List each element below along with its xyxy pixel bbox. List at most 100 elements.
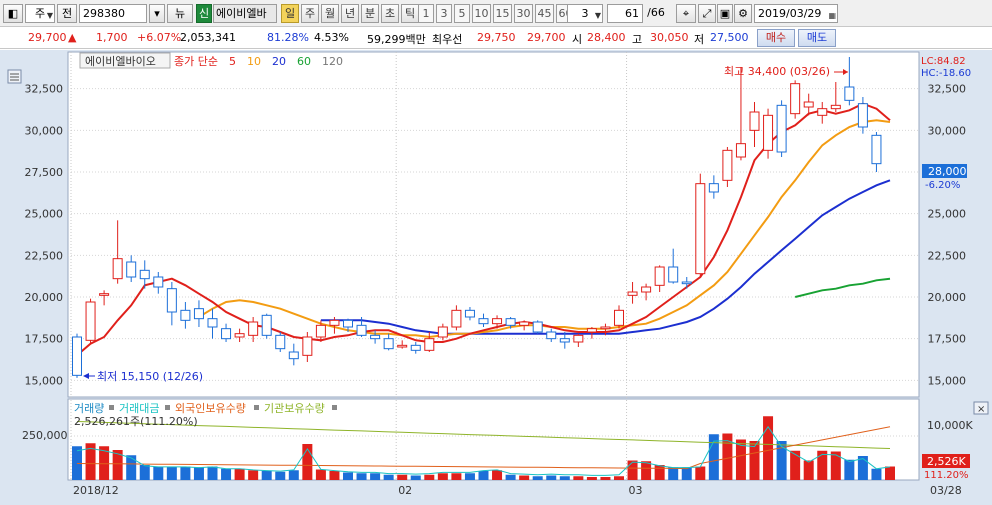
lc-label: LC:84.82 (921, 56, 966, 67)
price-tick-right: 20,000 (928, 291, 967, 304)
candle-body (261, 314, 272, 336)
save-icon[interactable]: ▣ (717, 4, 733, 23)
period-tab-6[interactable]: 틱 (401, 4, 419, 23)
period-tab-4[interactable]: 분 (361, 4, 379, 23)
volume: 2,053,341 (180, 31, 236, 44)
candle-body (573, 334, 584, 343)
news-button[interactable]: 뉴 (167, 4, 193, 23)
crosshair-icon[interactable]: ⌖ (676, 4, 696, 23)
period-tab-0[interactable]: 일 (281, 4, 299, 23)
layout-icon[interactable]: ◧ (3, 4, 23, 23)
interval-button-5[interactable]: 30 (514, 4, 533, 23)
volume-bar (288, 470, 299, 480)
candle-body (546, 331, 557, 340)
volume-bar (844, 459, 855, 480)
volume-legend-dot (109, 405, 114, 410)
market-select[interactable]: 주 ▼ (25, 4, 55, 23)
volume-bar (803, 460, 814, 480)
volume-bar (695, 466, 706, 480)
volume-bar (763, 416, 774, 480)
chart-area[interactable]: 15,000 17,500 20,000 22,500 25,000 27,500 30,0… (0, 50, 992, 505)
candle-body (126, 261, 137, 278)
candle-body (288, 351, 299, 360)
date-input[interactable]: 2019/03/29 ▦ (754, 4, 838, 23)
date-label: 2018/12 (73, 484, 119, 497)
buy-button[interactable]: 매수 (757, 29, 795, 47)
draw-icon[interactable]: ⤢ (698, 4, 716, 23)
period-tab-3[interactable]: 년 (341, 4, 359, 23)
volume-bar (830, 451, 841, 480)
candle-body (234, 333, 245, 338)
interval-button-0[interactable]: 1 (418, 4, 434, 23)
credit-button[interactable]: 신 (196, 4, 212, 23)
candle-body (857, 103, 868, 128)
volume-bar (126, 455, 137, 480)
volume-bar (424, 474, 435, 480)
candle-body (370, 334, 381, 340)
volume-bar (248, 470, 259, 480)
candle-body (112, 258, 123, 280)
candle-body (248, 321, 259, 336)
volume-legend-dot (165, 405, 170, 410)
volume-bar (261, 471, 272, 480)
interval-button-2[interactable]: 5 (454, 4, 470, 23)
up-arrow-icon: ▲ (68, 31, 77, 44)
period-tab-5[interactable]: 초 (381, 4, 399, 23)
candle-body (830, 104, 841, 110)
price-tick-left: 30,000 (25, 124, 64, 137)
sell-button[interactable]: 매도 (798, 29, 836, 47)
candle-body (654, 266, 665, 286)
volume-bar (559, 476, 570, 480)
candle-body (397, 344, 408, 348)
date-label: 03/28 (930, 484, 962, 497)
period-tab-2[interactable]: 월 (321, 4, 339, 23)
volume-bar (885, 466, 895, 480)
stock-code-input[interactable]: 298380 (79, 4, 147, 23)
page-input[interactable]: 61 (607, 4, 643, 23)
price-tick-right: 22,500 (928, 249, 967, 262)
period-tab-1[interactable]: 주 (301, 4, 319, 23)
volume-marker-pct: 111.20% (924, 470, 969, 481)
volume-bar (464, 473, 475, 480)
candle-body (437, 326, 448, 338)
stock-chart[interactable]: 15,000 17,500 20,000 22,500 25,000 27,500 30,0… (0, 50, 992, 505)
best-bid: 29,700 (527, 31, 566, 44)
change-percent: +6.07% (137, 31, 182, 44)
price-tick-left: 22,500 (25, 249, 64, 262)
volume-bar (139, 465, 150, 480)
volume-bar (397, 474, 408, 480)
volume-bar (410, 475, 421, 480)
candle-body (627, 291, 638, 296)
volume-legend-item: 외국인보유수량 (175, 402, 246, 415)
price-tick-right: 17,500 (928, 333, 967, 346)
price-tick-right: 30,000 (928, 124, 967, 137)
interval-button-1[interactable]: 3 (436, 4, 452, 23)
price-marker-pct: -6.20% (925, 180, 960, 191)
volume-bar (668, 467, 679, 480)
candle-body (681, 281, 692, 285)
search-icon[interactable]: ▾ (149, 4, 165, 23)
close-icon[interactable]: × (977, 404, 985, 415)
volume-legend-item: 거래량 (74, 402, 104, 415)
date-label: 03 (629, 484, 643, 497)
candle-body (478, 318, 489, 325)
volume-bar (871, 468, 882, 480)
interval-button-6[interactable]: 45 (535, 4, 554, 23)
candle-body (735, 143, 746, 158)
volume-bar (437, 473, 448, 480)
toolbar: ◧ 주 ▼ 전 298380 ▾ 뉴 신 에이비엘바 일주월년분초틱 1 3 5 10 1… (0, 0, 992, 27)
interval-select[interactable]: 3 ▼ (567, 4, 603, 23)
candle-body (763, 114, 774, 151)
volume-bar (166, 466, 177, 480)
view-button[interactable]: 전 (57, 4, 77, 23)
candle-body (424, 338, 435, 351)
gear-icon[interactable]: ⚙ (734, 4, 752, 23)
volume-bar (153, 466, 164, 480)
date-label: 02 (398, 484, 412, 497)
candle-body (708, 183, 719, 193)
interval-button-4[interactable]: 15 (493, 4, 512, 23)
interval-button-3[interactable]: 10 (472, 4, 491, 23)
volume-bar (573, 476, 584, 480)
candle-body (817, 108, 828, 116)
volume-ratio: 81.28% (267, 31, 309, 44)
